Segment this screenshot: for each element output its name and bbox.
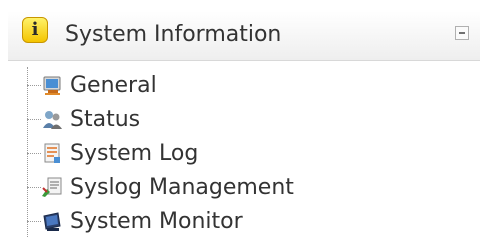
tree-branch <box>27 153 41 154</box>
menu-item-label: General <box>70 73 157 98</box>
menu-item-label: Syslog Management <box>70 175 294 200</box>
menu-item-label: System Monitor <box>70 209 243 234</box>
document-log-icon <box>44 143 60 163</box>
panel-header[interactable]: i System Information <box>8 11 480 61</box>
monitor-icon <box>43 76 61 95</box>
menu-item-system-monitor[interactable]: System Monitor <box>27 205 327 239</box>
minus-icon <box>459 32 465 34</box>
menu-item-label: System Log <box>70 141 199 166</box>
tree-branch <box>27 221 41 222</box>
menu-item-status[interactable]: Status <box>27 103 327 137</box>
tree-branch <box>27 119 41 120</box>
tree-branch <box>27 187 41 188</box>
syslog-icon <box>42 177 62 197</box>
menu-item-syslog-management[interactable]: Syslog Management <box>27 171 327 205</box>
tree-branch <box>27 85 41 86</box>
users-status-icon <box>43 111 62 129</box>
menu-item-system-log[interactable]: System Log <box>27 137 327 171</box>
panel-title: System Information <box>65 22 282 47</box>
collapse-button[interactable] <box>455 26 469 40</box>
menu-item-label: Status <box>70 107 141 132</box>
menu-item-general[interactable]: General <box>27 69 327 103</box>
system-monitor-icon <box>43 212 61 231</box>
info-icon: i <box>22 17 48 43</box>
